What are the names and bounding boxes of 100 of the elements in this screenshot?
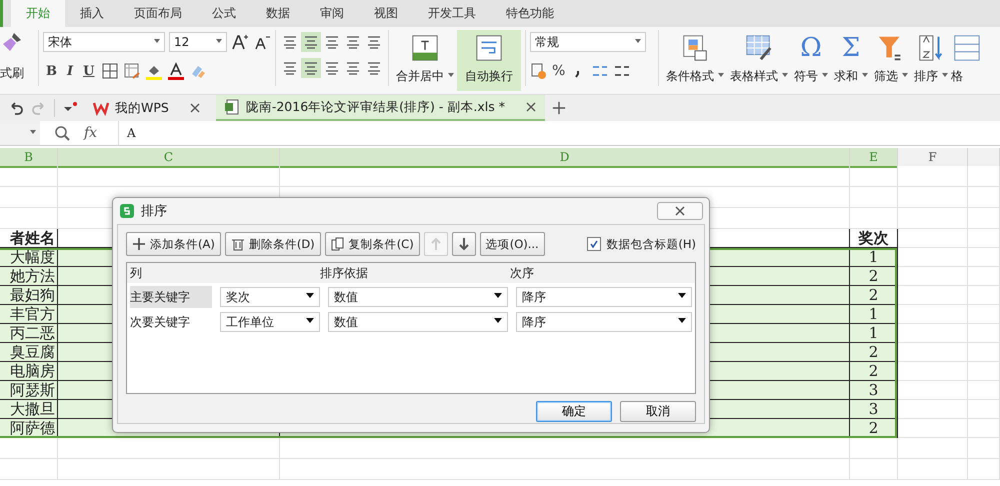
header-checkbox[interactable]: 数据包含标题(H) — [587, 236, 696, 252]
column-select[interactable]: 工作单位 — [220, 312, 320, 332]
table-cell: 3 — [850, 400, 898, 419]
formula-input[interactable]: A — [118, 121, 1000, 145]
sort-on-select[interactable]: 数值 — [328, 312, 508, 332]
grid-cell — [850, 438, 898, 459]
font-size-field[interactable]: 12 — [169, 32, 227, 52]
merge-cells-icon[interactable] — [410, 33, 440, 63]
grid-cell — [850, 166, 898, 187]
new-tab-icon[interactable] — [552, 101, 566, 115]
dialog-title: 排序 — [141, 203, 168, 220]
grid-cell — [968, 438, 1000, 459]
menu-tab[interactable]: 插入 — [65, 0, 119, 27]
grid-cell — [968, 362, 1000, 381]
table-cell: 最妇狗 — [0, 286, 58, 305]
document-tab[interactable]: 陇南-2016年论文评审结果(排序) - 副本.xls * — [216, 95, 545, 121]
grid-cell — [898, 419, 968, 438]
menu-tab[interactable]: 特色功能 — [491, 0, 569, 27]
border-icon[interactable] — [101, 62, 120, 80]
grid-cell — [898, 187, 968, 208]
text-style-button[interactable]: B — [43, 64, 60, 78]
ok-button[interactable]: 确定 — [536, 401, 612, 422]
align-middle-icon[interactable] — [301, 32, 321, 52]
menu-tab[interactable]: 视图 — [359, 0, 413, 27]
grid-cell — [968, 187, 1000, 208]
table-cell: 丰官方 — [0, 305, 58, 324]
menu-tab[interactable]: 公式 — [197, 0, 251, 27]
grid-cell — [968, 419, 1000, 438]
font-color-icon[interactable] — [167, 62, 186, 80]
column-heading: 排序依据 — [320, 264, 368, 282]
table-cell: 2 — [850, 362, 898, 381]
w-logo-icon — [93, 100, 109, 116]
grid-cell — [898, 343, 968, 362]
grid-cell — [898, 229, 968, 248]
grid-cell — [968, 305, 1000, 324]
close-button[interactable] — [657, 202, 703, 220]
ribbon-button[interactable]: 排序 — [911, 30, 951, 85]
font-grow-icon[interactable] — [231, 33, 249, 51]
toolbar-button[interactable]: 添加条件(A) — [126, 232, 221, 256]
grid-cell — [898, 305, 968, 324]
table-cell: 奖次 — [850, 229, 898, 248]
close-icon[interactable] — [524, 101, 537, 113]
table-cell: 大撒旦 — [0, 400, 58, 419]
text-style-button[interactable]: I — [64, 64, 76, 78]
sort-on-select[interactable]: 数值 — [328, 287, 508, 307]
cell-style-icon[interactable] — [123, 62, 142, 80]
menu-tab[interactable]: 审阅 — [305, 0, 359, 27]
percent-button[interactable]: % — [552, 63, 566, 79]
ribbon-button[interactable]: 表格样式 — [727, 30, 791, 85]
grid-cell — [968, 229, 1000, 248]
font-name-field[interactable]: 宋体 — [43, 32, 165, 52]
ribbon-button[interactable]: Σ 求和 — [831, 30, 871, 85]
grid-cell — [0, 459, 58, 480]
grid-cell — [898, 208, 968, 229]
grid-cell — [0, 187, 58, 208]
cancel-button[interactable]: 取消 — [620, 401, 696, 422]
column-header[interactable]: F — [898, 148, 968, 168]
grid-cell — [898, 362, 968, 381]
align-center-icon[interactable] — [301, 58, 321, 78]
ribbon-button[interactable]: 格 — [951, 30, 981, 85]
grid-cell — [968, 286, 1000, 305]
menu-tab[interactable]: 开发工具 — [413, 0, 491, 27]
order-select[interactable]: 降序 — [516, 287, 692, 307]
grid-cell — [968, 208, 1000, 229]
number-format-field[interactable]: 常规 — [530, 32, 646, 52]
toolbar-button[interactable] — [452, 232, 476, 256]
toolbar-button[interactable]: 复制条件(C) — [324, 232, 420, 256]
ribbon-button[interactable]: 条件格式 — [663, 30, 727, 85]
text-style-button[interactable]: U — [80, 64, 98, 78]
plus-icon — [132, 237, 146, 251]
wrap-text-button[interactable]: 自动换行 — [457, 30, 521, 91]
column-select[interactable]: 奖次 — [220, 287, 320, 307]
ribbon-button[interactable]: Ω 符号 — [791, 30, 831, 85]
table-cell: 2 — [850, 343, 898, 362]
toolbar-button[interactable]: 选项(O)... — [480, 232, 545, 256]
grid-cell — [898, 267, 968, 286]
menu-tab[interactable]: 开始 — [11, 0, 65, 27]
currency-icon[interactable] — [530, 62, 548, 80]
document-tab[interactable]: 我的WPS — [85, 95, 209, 121]
menu-tab[interactable]: 数据 — [251, 0, 305, 27]
order-select[interactable]: 降序 — [516, 312, 692, 332]
toolbar-button[interactable]: 删除条件(D) — [224, 232, 321, 256]
menu-tab[interactable]: 页面布局 — [119, 0, 197, 27]
grid-cell — [898, 400, 968, 419]
ribbon-button[interactable]: 筛选 — [871, 30, 911, 85]
key-label[interactable]: 主要关键字 — [130, 286, 212, 308]
close-icon[interactable] — [188, 102, 201, 114]
table-cell: 3 — [850, 381, 898, 400]
table-cell: 她方法 — [0, 267, 58, 286]
table-cell: 电脑房 — [0, 362, 58, 381]
app-icon — [119, 203, 135, 219]
zoom-icon[interactable] — [54, 125, 70, 141]
format-painter-label[interactable]: 式刷 — [0, 65, 24, 82]
table-cell: 2 — [850, 267, 898, 286]
grid-cell — [898, 381, 968, 400]
key-label[interactable]: 次要关键字 — [130, 311, 212, 333]
table-brush-icon — [744, 33, 774, 63]
function-button[interactable]: fx — [84, 125, 104, 141]
grid-cell — [0, 166, 58, 187]
grid-cell — [968, 400, 1000, 419]
